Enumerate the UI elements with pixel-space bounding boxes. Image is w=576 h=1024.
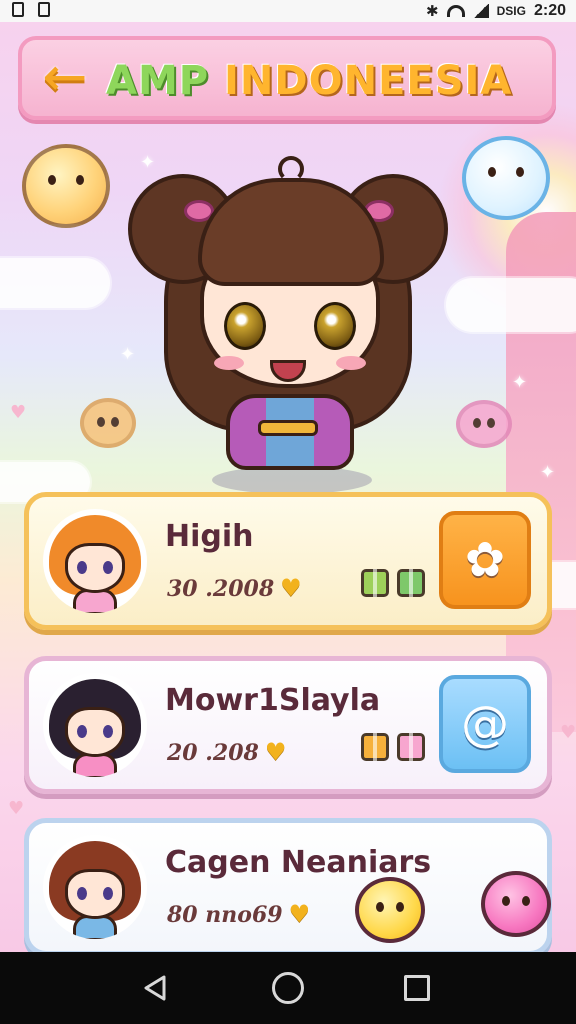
sim-icon — [38, 2, 50, 17]
yellow-pet-icon — [355, 877, 425, 943]
header-bar: ← AMP INDONEESIA — [18, 36, 556, 120]
player-card[interactable]: Cagen Neaniars 80 nno69 ♥ — [24, 818, 552, 952]
main-character-illustration — [128, 134, 448, 514]
app-screen: ✦ ✦ ✦ ✦ ♥ ♥ ♥ ← AMP INDONEESIA Higih 30 … — [0, 22, 576, 952]
player-score: 80 nno69 ♥ — [167, 899, 311, 928]
star-icon: ✦ — [540, 462, 556, 483]
nav-recents-icon[interactable] — [404, 975, 430, 1001]
status-bar: ✱ DSIG 2:20 — [0, 0, 576, 22]
nav-home-icon[interactable] — [272, 972, 304, 1004]
cloud-decoration — [446, 278, 576, 332]
avatar — [43, 835, 147, 939]
jelly-creature-icon — [456, 400, 512, 448]
player-score: 20 .208 ♥ — [167, 737, 287, 766]
heart-decoration-icon: ♥ — [560, 722, 576, 743]
sun-creature-icon — [22, 144, 110, 228]
image-icon — [12, 2, 24, 17]
wifi-icon — [446, 5, 465, 17]
avatar — [43, 673, 147, 777]
clock: 2:20 — [533, 2, 566, 19]
player-name: Mowr1Slayla — [165, 683, 381, 718]
star-icon: ✦ — [512, 372, 528, 393]
cat-icon: ✿ — [464, 532, 506, 588]
ghost-creature-icon — [462, 136, 550, 220]
cloud-decoration — [0, 258, 110, 308]
heart-icon: ♥ — [288, 899, 311, 928]
heart-icon: ♥ — [280, 573, 302, 602]
gift-box-icon — [361, 569, 389, 597]
back-button[interactable]: ← — [36, 48, 94, 106]
swirl-icon: @ — [461, 696, 509, 752]
player-card[interactable]: Mowr1Slayla 20 .208 ♥ @ — [24, 656, 552, 794]
player-name: Higih — [165, 519, 254, 554]
avatar — [43, 509, 147, 613]
heart-icon: ♥ — [264, 737, 287, 766]
nav-back-icon[interactable] — [142, 974, 168, 1002]
arrow-left-icon: ← — [42, 45, 88, 108]
player-action-button[interactable]: ✿ — [439, 511, 531, 609]
page-title: AMP INDONEESIA — [106, 58, 513, 104]
bluetooth-icon: ✱ — [426, 3, 439, 20]
system-nav-bar — [0, 952, 576, 1024]
heart-decoration-icon: ♥ — [10, 402, 27, 423]
player-name: Cagen Neaniars — [165, 845, 432, 880]
heart-decoration-icon: ♥ — [8, 798, 25, 819]
signal-icon — [472, 4, 489, 18]
gift-box-icon — [397, 733, 425, 761]
pink-pet-icon — [481, 871, 551, 937]
player-card[interactable]: Higih 30 .2008 ♥ ✿ — [24, 492, 552, 630]
gift-bag-icon — [397, 569, 425, 597]
carrier-text: DSIG — [496, 4, 526, 18]
player-score: 30 .2008 ♥ — [167, 573, 302, 602]
player-action-button[interactable]: @ — [439, 675, 531, 773]
gift-box-icon — [361, 733, 389, 761]
